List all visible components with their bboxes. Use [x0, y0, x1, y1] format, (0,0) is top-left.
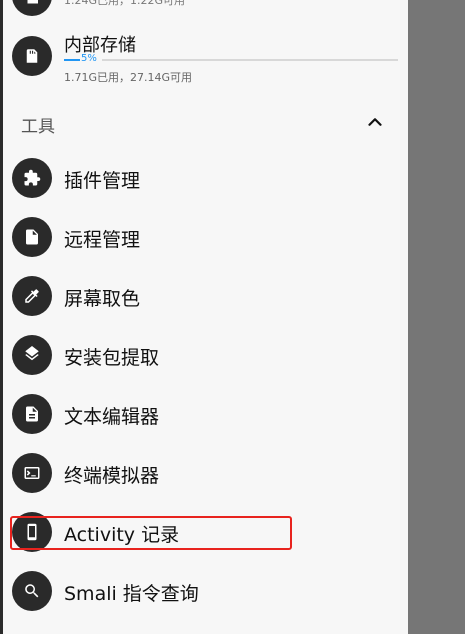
document-icon	[12, 394, 52, 434]
storage-progress-fill	[64, 59, 80, 61]
menu-item-label: 屏幕取色	[64, 288, 141, 310]
menu-item-color-picker[interactable]: 屏幕取色	[0, 271, 408, 321]
menu-item-text-editor[interactable]: 文本编辑器	[0, 389, 408, 439]
drawer-scrim[interactable]	[408, 0, 465, 634]
sd-card-icon-partial	[12, 0, 52, 16]
chevron-up-icon[interactable]	[364, 111, 386, 133]
navigation-drawer: 1.24G已用，1.22G可用 内部存储 5% 1.71G已用，27.14G可用…	[0, 0, 408, 634]
menu-item-label: 插件管理	[64, 170, 141, 192]
menu-item-label: 安装包提取	[64, 347, 160, 369]
menu-item-smali-lookup[interactable]: Smali 指令查询	[0, 566, 408, 616]
menu-item-remote-manager[interactable]: 远程管理	[0, 212, 408, 262]
menu-item-label: Smali 指令查询	[64, 583, 199, 605]
storage-progress-percent: 5%	[81, 53, 97, 64]
file-icon	[12, 217, 52, 257]
layers-icon	[12, 335, 52, 375]
menu-item-plugin-manager[interactable]: 插件管理	[0, 153, 408, 203]
menu-item-label: 终端模拟器	[64, 465, 160, 487]
sd-card-icon	[12, 36, 52, 76]
puzzle-icon	[12, 158, 52, 198]
menu-item-label: 文本编辑器	[64, 406, 160, 428]
storage-progress-track	[102, 59, 398, 61]
internal-storage-subtitle: 1.71G已用，27.14G可用	[64, 71, 193, 84]
storage-subtitle-partial: 1.24G已用，1.22G可用	[64, 0, 186, 7]
storage-progress: 5%	[64, 53, 398, 67]
terminal-icon	[12, 453, 52, 493]
menu-item-terminal[interactable]: 终端模拟器	[0, 448, 408, 498]
search-icon	[12, 571, 52, 611]
tools-section-title: 工具	[21, 117, 55, 137]
menu-item-apk-extract[interactable]: 安装包提取	[0, 330, 408, 380]
eyedropper-icon	[12, 276, 52, 316]
highlight-box	[10, 516, 292, 550]
menu-item-label: 远程管理	[64, 229, 141, 251]
